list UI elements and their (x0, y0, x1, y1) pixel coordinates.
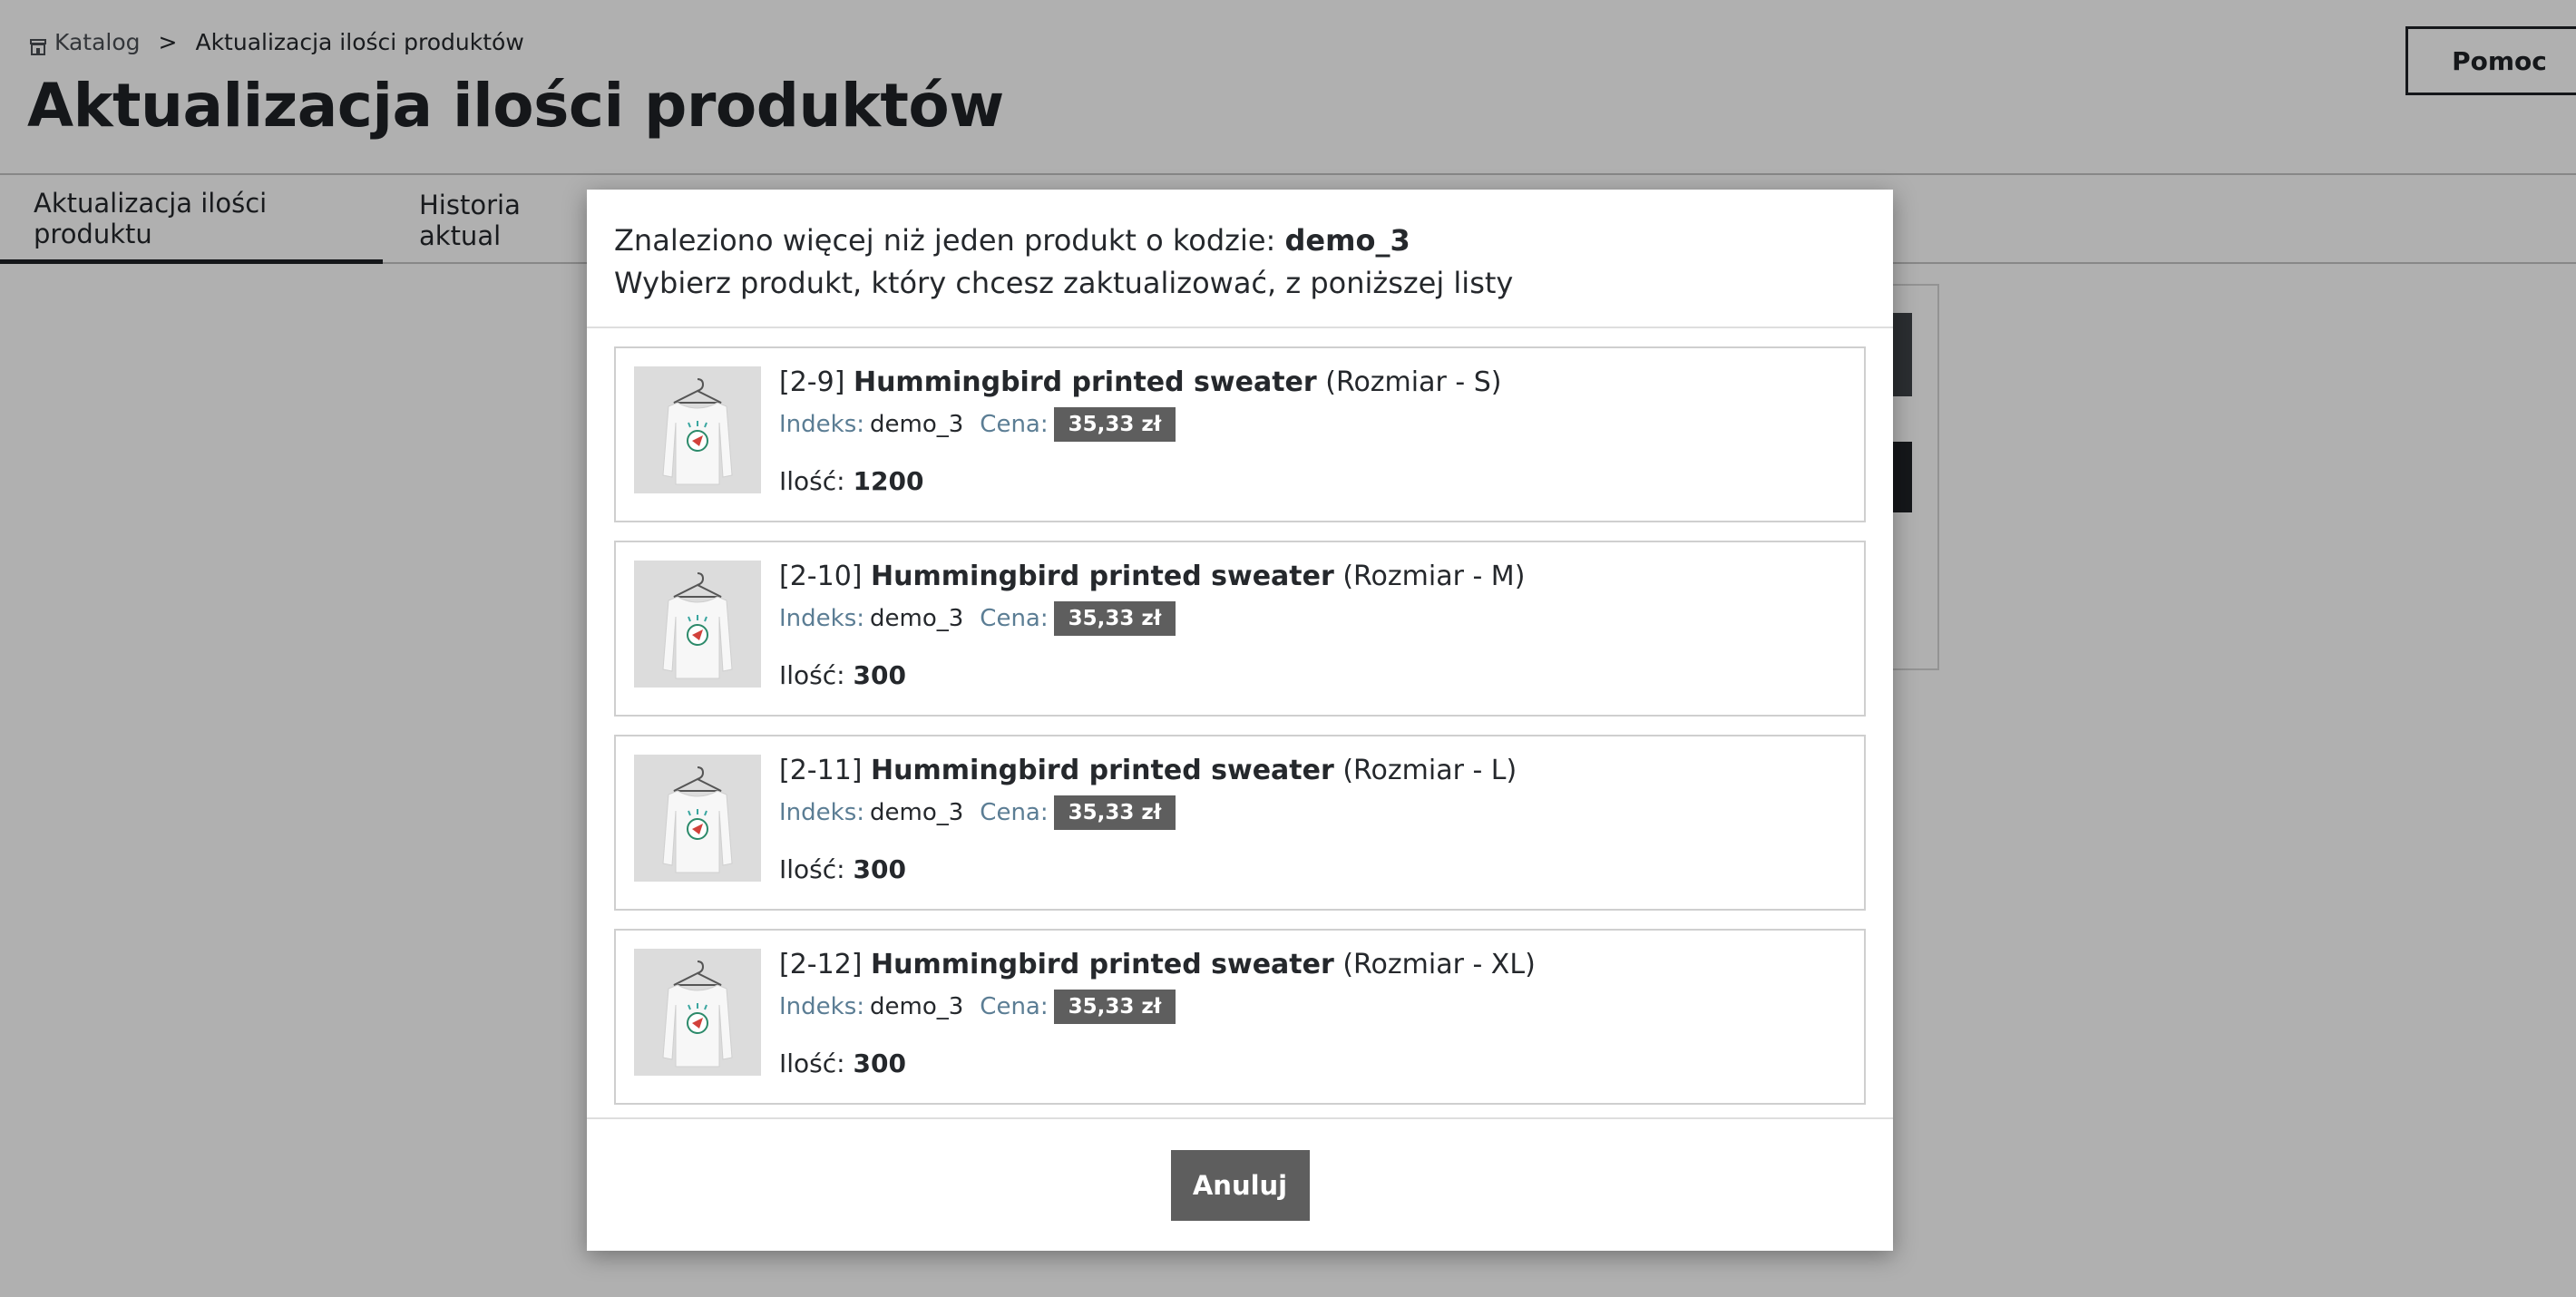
index-label: Indeks: (779, 799, 865, 826)
product-title: [2-12] Hummingbird printed sweater (Rozm… (779, 949, 1536, 980)
index-value: demo_3 (870, 605, 964, 632)
product-variant: (Rozmiar - XL) (1342, 949, 1536, 980)
product-quantity: Ilość: 1200 (779, 466, 923, 496)
product-quantity: Ilość: 300 (779, 660, 906, 690)
index-label: Indeks: (779, 993, 865, 1020)
product-variant: (Rozmiar - M) (1342, 561, 1526, 592)
qty-value: 300 (853, 854, 906, 884)
modal-header: Znaleziono więcej niż jeden produkt o ko… (587, 190, 1893, 328)
product-name: Hummingbird printed sweater (871, 561, 1334, 592)
price-badge: 35,33 zł (1053, 795, 1176, 830)
qty-label: Ilość: (779, 854, 845, 884)
product-meta: Indeks: demo_3 Cena: 35,33 zł (779, 795, 1176, 830)
price-label: Cena: (980, 605, 1049, 632)
product-title: [2-10] Hummingbird printed sweater (Rozm… (779, 561, 1525, 592)
product-id: [2-9] (779, 366, 845, 398)
index-label: Indeks: (779, 411, 865, 438)
price-badge: 35,33 zł (1053, 990, 1176, 1024)
product-quantity: Ilość: 300 (779, 1048, 906, 1078)
product-name: Hummingbird printed sweater (853, 366, 1317, 398)
product-meta: Indeks: demo_3 Cena: 35,33 zł (779, 601, 1176, 636)
product-name: Hummingbird printed sweater (871, 949, 1334, 980)
product-variant: (Rozmiar - S) (1325, 366, 1502, 398)
index-value: demo_3 (870, 411, 964, 438)
product-quantity: Ilość: 300 (779, 854, 906, 884)
product-title: [2-11] Hummingbird printed sweater (Rozm… (779, 755, 1517, 786)
product-thumbnail (634, 949, 761, 1076)
qty-value: 1200 (853, 466, 924, 496)
product-title: [2-9] Hummingbird printed sweater (Rozmi… (779, 366, 1501, 398)
product-option[interactable]: [2-9] Hummingbird printed sweater (Rozmi… (614, 346, 1866, 522)
product-option[interactable]: [2-11] Hummingbird printed sweater (Rozm… (614, 735, 1866, 911)
modal-message-prefix: Znaleziono więcej niż jeden produkt o ko… (614, 223, 1285, 258)
product-option[interactable]: [2-10] Hummingbird printed sweater (Rozm… (614, 541, 1866, 717)
qty-label: Ilość: (779, 1048, 845, 1078)
product-variant: (Rozmiar - L) (1342, 755, 1517, 786)
price-label: Cena: (980, 411, 1049, 438)
price-label: Cena: (980, 799, 1049, 826)
modal-message: Znaleziono więcej niż jeden produkt o ko… (614, 219, 1866, 262)
price-badge: 35,33 zł (1053, 601, 1176, 636)
product-thumbnail (634, 561, 761, 688)
price-badge: 35,33 zł (1053, 407, 1176, 442)
product-code: demo_3 (1284, 223, 1410, 258)
cancel-button[interactable]: Anuluj (1170, 1149, 1310, 1221)
qty-label: Ilość: (779, 466, 845, 496)
product-meta: Indeks: demo_3 Cena: 35,33 zł (779, 990, 1176, 1024)
qty-value: 300 (853, 1048, 906, 1078)
index-label: Indeks: (779, 605, 865, 632)
product-id: [2-12] (779, 949, 863, 980)
price-label: Cena: (980, 993, 1049, 1020)
product-id: [2-10] (779, 561, 863, 592)
index-value: demo_3 (870, 993, 964, 1020)
product-meta: Indeks: demo_3 Cena: 35,33 zł (779, 407, 1176, 442)
qty-value: 300 (853, 660, 906, 690)
product-thumbnail (634, 755, 761, 882)
qty-label: Ilość: (779, 660, 845, 690)
product-id: [2-11] (779, 755, 863, 786)
index-value: demo_3 (870, 799, 964, 826)
product-select-modal: Znaleziono więcej niż jeden produkt o ko… (587, 190, 1893, 1251)
modal-footer: Anuluj (587, 1119, 1893, 1251)
product-option[interactable]: [2-12] Hummingbird printed sweater (Rozm… (614, 929, 1866, 1105)
product-list: [2-9] Hummingbird printed sweater (Rozmi… (587, 328, 1893, 1119)
product-name: Hummingbird printed sweater (871, 755, 1334, 786)
modal-instruction: Wybierz produkt, który chcesz zaktualizo… (614, 266, 1514, 300)
product-thumbnail (634, 366, 761, 493)
